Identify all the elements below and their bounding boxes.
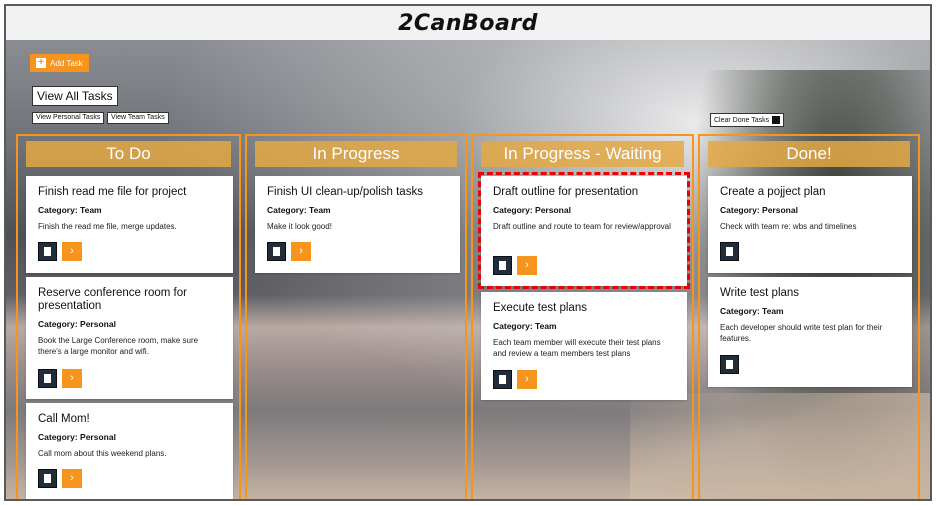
task-description: Make it look good!	[267, 222, 332, 231]
task-title: Reserve conference room for presentation	[38, 287, 187, 312]
task-description: Each developer should write test plan fo…	[720, 323, 883, 343]
task-category: Category: Team	[720, 306, 784, 316]
delete-task-button[interactable]	[38, 469, 57, 488]
task-card: Execute test plans Category: Team Each t…	[481, 292, 687, 400]
task-actions	[720, 355, 739, 374]
task-card: Reserve conference room for presentation…	[26, 277, 233, 399]
task-title: Finish UI clean-up/polish tasks	[267, 186, 423, 198]
column-title: Done!	[708, 141, 910, 167]
task-actions: ›	[493, 370, 537, 389]
task-description: Each team member will execute their test…	[493, 338, 661, 358]
task-card: Call Mom! Category: Personal Call mom ab…	[26, 403, 233, 499]
move-task-button[interactable]: ›	[291, 242, 311, 261]
header: 2CanBoard	[6, 6, 930, 40]
task-category: Category: Personal	[38, 319, 116, 329]
delete-task-button[interactable]	[720, 355, 739, 374]
task-actions: ›	[38, 369, 82, 388]
add-task-button[interactable]: + Add Task	[30, 54, 89, 72]
clear-done-tasks-button[interactable]: Clear Done Tasks	[710, 113, 785, 127]
task-category: Category: Team	[38, 205, 102, 215]
trash-icon	[726, 247, 733, 256]
task-actions: ›	[267, 242, 311, 261]
delete-task-button[interactable]	[267, 242, 286, 261]
delete-task-button[interactable]	[493, 370, 512, 389]
task-card: Finish read me file for project Category…	[26, 176, 233, 273]
task-title: Write test plans	[720, 287, 800, 299]
move-task-button[interactable]: ›	[62, 369, 82, 388]
view-team-tasks-button[interactable]: View Team Tasks	[107, 112, 169, 124]
task-card: Finish UI clean-up/polish tasks Category…	[255, 176, 460, 273]
trash-icon	[273, 247, 280, 256]
app-logo: 2CanBoard	[398, 10, 538, 36]
column-title: In Progress	[255, 141, 457, 167]
column-title: To Do	[26, 141, 231, 167]
plus-icon: +	[36, 58, 46, 68]
task-category: Category: Personal	[720, 205, 798, 215]
trash-icon	[726, 360, 733, 369]
trash-icon	[499, 375, 506, 384]
selection-highlight	[478, 172, 690, 289]
task-description: Call mom about this weekend plans.	[38, 449, 167, 458]
task-description: Book the Large Conference room, make sur…	[38, 336, 199, 356]
trash-icon	[44, 374, 51, 383]
view-all-tasks-button[interactable]: View All Tasks	[32, 86, 118, 106]
task-description: Finish the read me file, merge updates.	[38, 222, 177, 231]
delete-task-button[interactable]	[720, 242, 739, 261]
app-window: 2CanBoard + Add Task View All Tasks View…	[4, 4, 932, 501]
task-title: Call Mom!	[38, 413, 90, 425]
task-category: Category: Team	[493, 321, 557, 331]
column-title: In Progress - Waiting	[481, 141, 684, 167]
task-actions: ›	[38, 469, 82, 488]
trash-icon	[44, 247, 51, 256]
move-task-button[interactable]: ›	[517, 370, 537, 389]
task-title: Finish read me file for project	[38, 186, 187, 198]
add-task-label: Add Task	[50, 58, 83, 68]
move-task-button[interactable]: ›	[62, 242, 82, 261]
task-card: Create a pojject plan Category: Personal…	[708, 176, 912, 273]
task-actions: ›	[38, 242, 82, 261]
view-personal-tasks-button[interactable]: View Personal Tasks	[32, 112, 105, 124]
trash-icon	[44, 474, 51, 483]
trash-icon	[772, 116, 781, 124]
move-task-button[interactable]: ›	[62, 469, 82, 488]
delete-task-button[interactable]	[38, 369, 57, 388]
task-title: Execute test plans	[493, 302, 587, 314]
task-description: Check with team re: wbs and timelines	[720, 222, 857, 231]
task-category: Category: Personal	[38, 432, 116, 442]
task-actions	[720, 242, 739, 261]
clear-done-label: Clear Done Tasks	[714, 116, 770, 124]
delete-task-button[interactable]	[38, 242, 57, 261]
task-title: Create a pojject plan	[720, 186, 826, 198]
task-category: Category: Team	[267, 205, 331, 215]
task-card: Write test plans Category: Team Each dev…	[708, 277, 912, 387]
